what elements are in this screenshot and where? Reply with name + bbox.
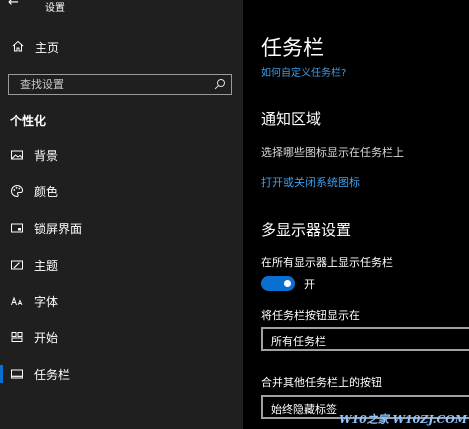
multi-display-heading: 多显示器设置 (261, 221, 352, 239)
home-icon (12, 40, 24, 52)
palette-icon (11, 184, 24, 198)
show-all-displays-label: 在所有显示器上显示任务栏 (261, 256, 393, 269)
select-value: 始终隐藏标签 (271, 403, 337, 416)
start-icon (11, 332, 23, 342)
taskbar-icon (11, 369, 23, 379)
watermark: W10之家 W10ZJ.COM (339, 413, 467, 426)
search-input[interactable] (9, 75, 204, 94)
lock-screen-icon (11, 223, 23, 233)
sidebar-item-label: 锁屏界面 (34, 222, 83, 236)
sidebar-item-lock-screen[interactable]: 锁屏界面 (0, 215, 243, 241)
notification-description: 选择哪些图标显示在任务栏上 (261, 146, 404, 159)
sidebar-item-taskbar[interactable]: 任务栏 (0, 361, 243, 387)
app-title: 设置 (45, 3, 65, 14)
sidebar-item-label: 主题 (34, 259, 59, 273)
sidebar-item-background[interactable]: 背景 (0, 142, 243, 168)
back-arrow-icon[interactable]: ← (8, 0, 19, 10)
combine-buttons-label: 合并其他任务栏上的按钮 (261, 376, 382, 389)
sidebar-item-start[interactable]: 开始 (0, 324, 243, 350)
theme-icon (11, 260, 23, 270)
buttons-display-select[interactable]: 所有任务栏 (261, 327, 469, 351)
show-all-displays-toggle[interactable] (261, 276, 295, 291)
home-label: 主页 (35, 41, 60, 55)
buttons-display-label: 将任务栏按钮显示在 (261, 309, 360, 322)
sidebar-item-label: 字体 (34, 295, 59, 309)
section-title: 个性化 (10, 114, 47, 128)
search-box[interactable] (8, 74, 232, 95)
sidebar-item-colors[interactable]: 颜色 (0, 178, 243, 204)
font-icon (11, 296, 23, 306)
select-value: 所有任务栏 (271, 335, 326, 348)
sidebar-item-label: 颜色 (34, 185, 59, 199)
image-icon (11, 150, 23, 160)
notification-area-heading: 通知区域 (261, 110, 322, 128)
sidebar-item-label: 开始 (34, 331, 59, 345)
sidebar-item-fonts[interactable]: 字体 (0, 288, 243, 314)
sidebar-item-label: 背景 (34, 149, 59, 163)
title-bar: ← 设置 (0, 0, 243, 14)
toggle-knob (284, 280, 291, 287)
toggle-state-label: 开 (304, 278, 315, 291)
sidebar-item-label: 任务栏 (34, 368, 71, 382)
sidebar-item-themes[interactable]: 主题 (0, 252, 243, 278)
sidebar: ← 设置 主页 个性化 背景 颜色 锁屏界面 (0, 0, 243, 429)
main-panel: 任务栏 如何自定义任务栏? 通知区域 选择哪些图标显示在任务栏上 打开或关闭系统… (243, 0, 469, 429)
customize-taskbar-link[interactable]: 如何自定义任务栏? (261, 64, 346, 79)
page-title: 任务栏 (261, 36, 324, 60)
system-icons-link[interactable]: 打开或关闭系统图标 (261, 174, 360, 190)
search-icon[interactable] (214, 78, 226, 90)
